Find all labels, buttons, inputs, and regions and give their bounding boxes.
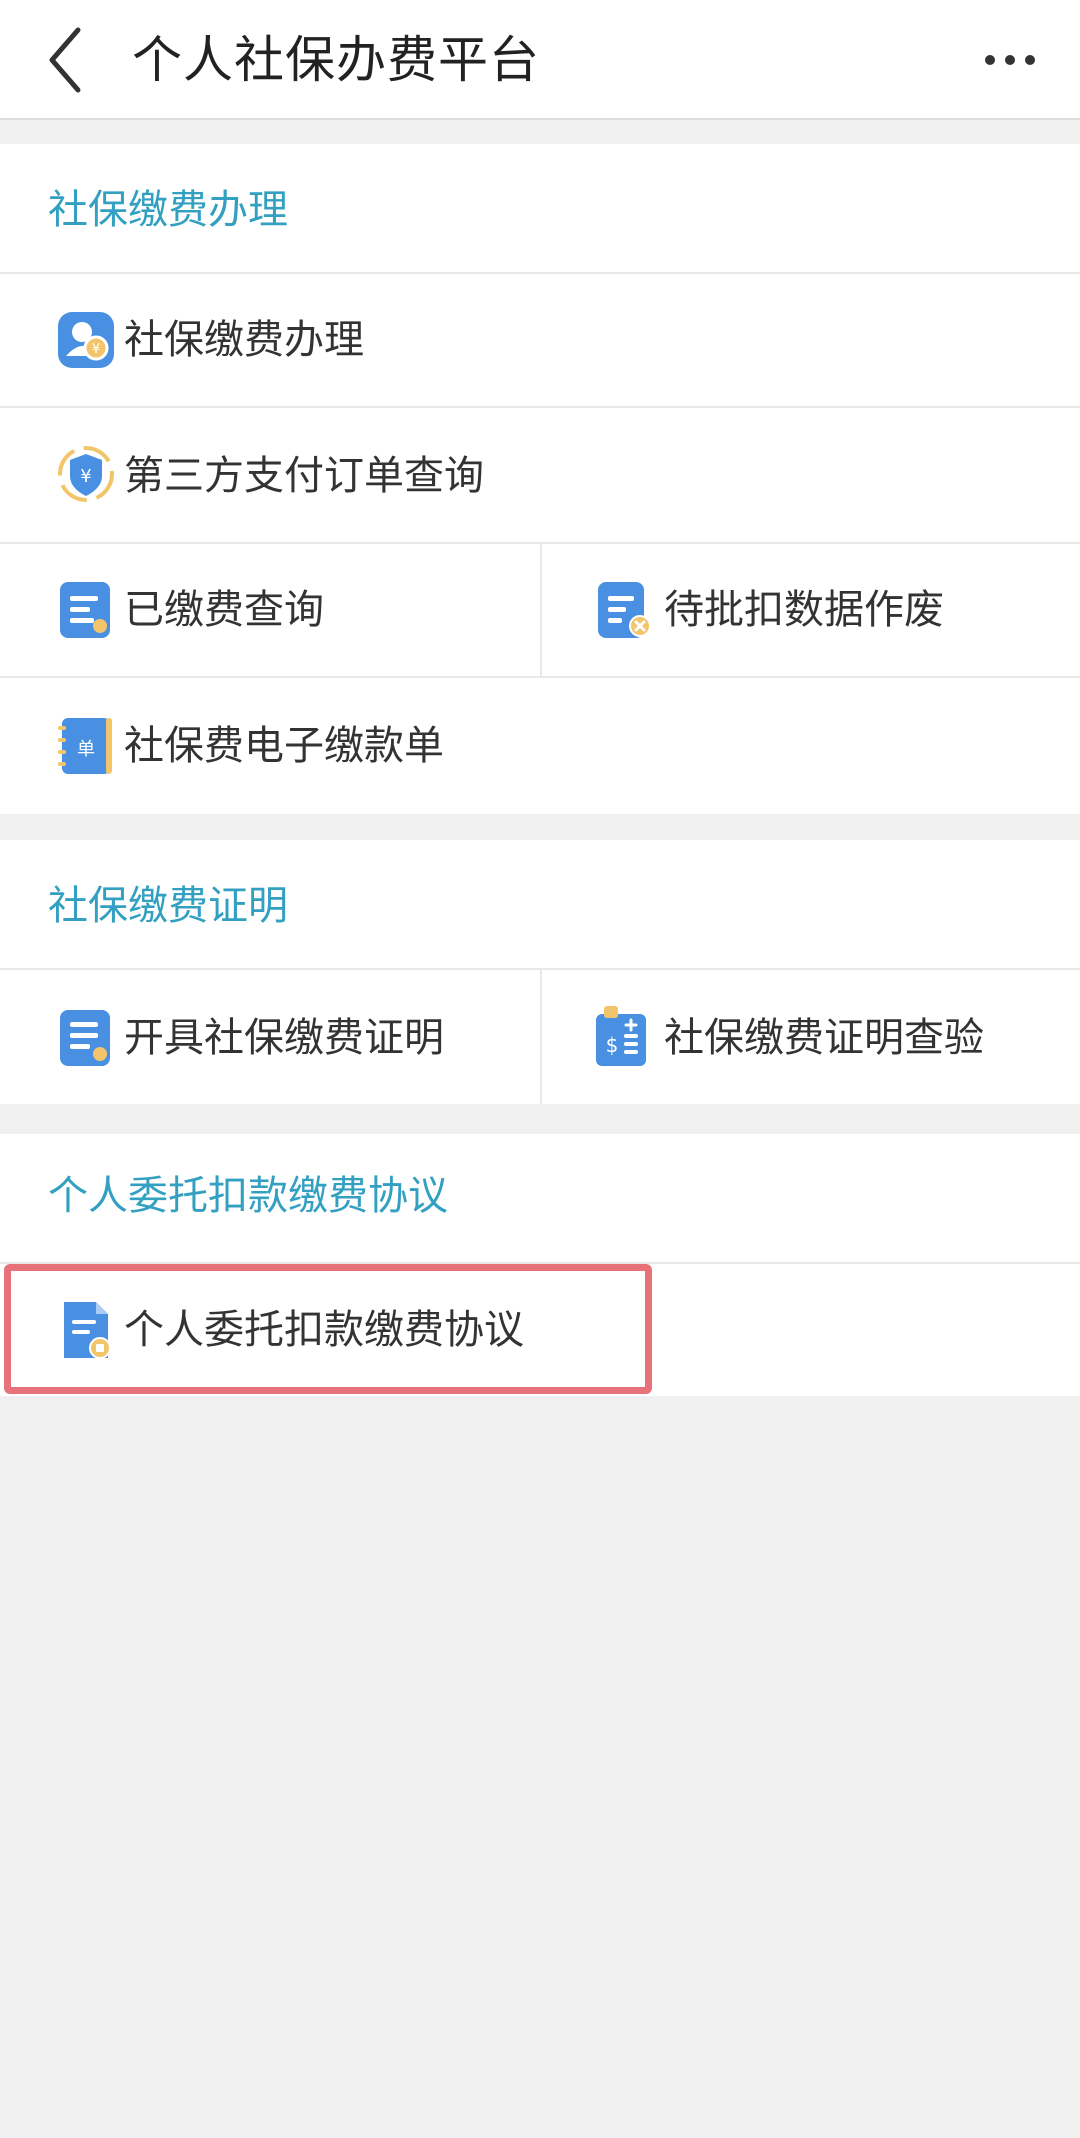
svg-text:¥: ¥	[80, 466, 91, 487]
chevron-left-icon	[49, 27, 81, 93]
svg-text:$: $	[606, 1033, 619, 1057]
menu-item-paid-query[interactable]: 已缴费查询	[0, 542, 540, 676]
document-list-icon	[56, 578, 116, 642]
menu-item-electronic-payment-slip[interactable]: 单 社保费电子缴款单	[0, 676, 1080, 814]
svg-text:¥: ¥	[92, 342, 100, 357]
menu-item-third-party-order-query[interactable]: ¥ 第三方支付订单查询	[0, 406, 1080, 542]
section-title: 社保缴费证明	[48, 883, 288, 929]
menu-item-label: 社保缴费证明查验	[664, 1015, 984, 1061]
dollar-calculator-icon: $	[594, 1004, 654, 1068]
person-coin-icon: ¥	[56, 308, 116, 372]
menu-item-label: 第三方支付订单查询	[124, 453, 484, 499]
section-title: 个人委托扣款缴费协议	[48, 1173, 448, 1219]
section-payment-certificate: 社保缴费证明 开具社保缴费证明 $ 社保缴费证明查验	[0, 840, 1080, 1104]
menu-item-payment-handling[interactable]: ¥ 社保缴费办理	[0, 272, 1080, 406]
menu-item-label: 社保缴费办理	[124, 317, 364, 363]
back-button[interactable]	[34, 18, 114, 102]
section-payment-handling: 社保缴费办理 ¥ 社保缴费办理 ¥ 第三方支付订单查询 已缴费查询 待批扣数据作…	[0, 144, 1080, 814]
highlight-box	[4, 1264, 652, 1394]
svg-text:单: 单	[77, 739, 95, 760]
menu-item-void-pending-deductions[interactable]: 待批扣数据作废	[542, 542, 1080, 676]
section-title: 社保缴费办理	[48, 187, 288, 233]
menu-item-verify-certificate[interactable]: $ 社保缴费证明查验	[542, 968, 1080, 1104]
yuan-shield-icon: ¥	[56, 442, 116, 506]
receipt-book-icon: 单	[56, 714, 116, 778]
more-dots-icon	[985, 55, 1035, 65]
top-app-bar: 个人社保办费平台	[0, 0, 1080, 120]
menu-item-label: 已缴费查询	[124, 587, 324, 633]
menu-item-label: 待批扣数据作废	[664, 587, 944, 633]
more-options-button[interactable]	[970, 30, 1050, 90]
page-title: 个人社保办费平台	[132, 31, 540, 89]
document-cancel-icon	[594, 578, 654, 642]
menu-item-label: 开具社保缴费证明	[124, 1015, 444, 1061]
menu-item-label: 社保费电子缴款单	[124, 723, 444, 769]
menu-item-issue-certificate[interactable]: 开具社保缴费证明	[0, 968, 540, 1104]
document-list-icon	[56, 1006, 116, 1070]
